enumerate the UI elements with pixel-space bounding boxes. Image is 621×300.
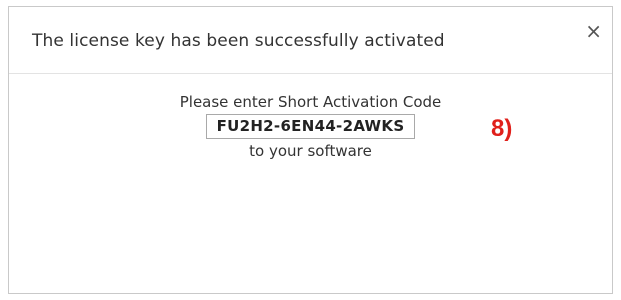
dialog-title: The license key has been successfully ac… (32, 31, 445, 51)
dialog-body: Please enter Short Activation Code FU2H2… (9, 92, 612, 161)
close-icon[interactable]: × (585, 21, 602, 41)
activation-dialog: The license key has been successfully ac… (8, 6, 613, 294)
suffix-text: to your software (249, 142, 372, 160)
step-annotation: 8) (491, 115, 513, 142)
instruction-text: Please enter Short Activation Code (179, 93, 442, 111)
header-divider (9, 73, 612, 74)
activation-code[interactable]: FU2H2-6EN44-2AWKS (205, 114, 416, 139)
